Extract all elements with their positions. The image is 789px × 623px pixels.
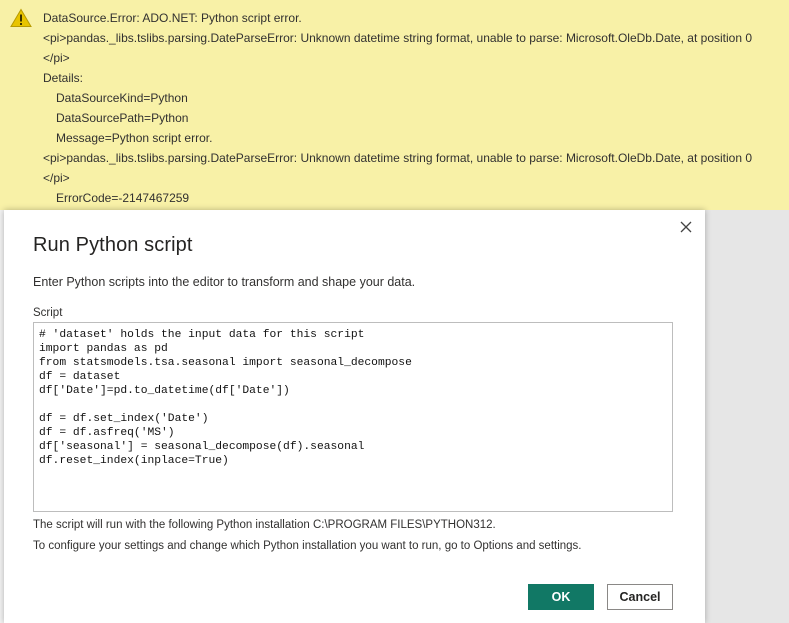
close-button[interactable] <box>677 218 695 236</box>
error-detail-code: ErrorCode=-2147467259 <box>56 191 190 205</box>
code-line: # 'dataset' holds the input data for thi… <box>39 329 365 341</box>
code-line: df = dataset <box>39 371 121 383</box>
error-message-line: <pi>pandas._libs.tslibs.parsing.DatePars… <box>43 31 753 45</box>
error-detail-kind: DataSourceKind=Python <box>56 91 188 105</box>
error-detail-path: DataSourcePath=Python <box>56 111 189 125</box>
code-line: df = df.asfreq('MS') <box>39 427 175 439</box>
run-python-script-dialog: Run Python script Enter Python scripts i… <box>4 210 705 623</box>
code-line: df = df.set_index('Date') <box>39 413 209 425</box>
close-icon <box>680 221 692 233</box>
options-settings-note: To configure your settings and change wh… <box>33 540 582 552</box>
dialog-title: Run Python script <box>33 234 193 256</box>
script-editor[interactable]: # 'dataset' holds the input data for thi… <box>33 322 673 512</box>
error-detail-message: Message=Python script error. <box>56 131 213 145</box>
error-title: DataSource.Error: ADO.NET: Python script… <box>43 11 302 25</box>
dialog-description: Enter Python scripts into the editor to … <box>33 275 416 289</box>
code-line: df['seasonal'] = seasonal_decompose(df).… <box>39 441 365 453</box>
script-label: Script <box>33 307 63 319</box>
code-line: from statsmodels.tsa.seasonal import sea… <box>39 357 412 369</box>
cancel-button[interactable]: Cancel <box>607 584 673 610</box>
warning-icon <box>10 8 32 27</box>
error-banner: DataSource.Error: ADO.NET: Python script… <box>0 0 789 210</box>
python-installation-note: The script will run with the following P… <box>33 519 496 531</box>
error-detail-close-tag: </pi> <box>43 171 70 185</box>
error-details-heading: Details: <box>43 71 84 85</box>
ok-button[interactable]: OK <box>528 584 594 610</box>
code-line: df.reset_index(inplace=True) <box>39 455 229 467</box>
error-message-close-tag: </pi> <box>43 51 70 65</box>
error-detail-message-line: <pi>pandas._libs.tslibs.parsing.DatePars… <box>43 151 753 165</box>
code-line: df['Date']=pd.to_datetime(df['Date']) <box>39 385 290 397</box>
code-line: import pandas as pd <box>39 343 168 355</box>
background-panel <box>705 210 789 623</box>
